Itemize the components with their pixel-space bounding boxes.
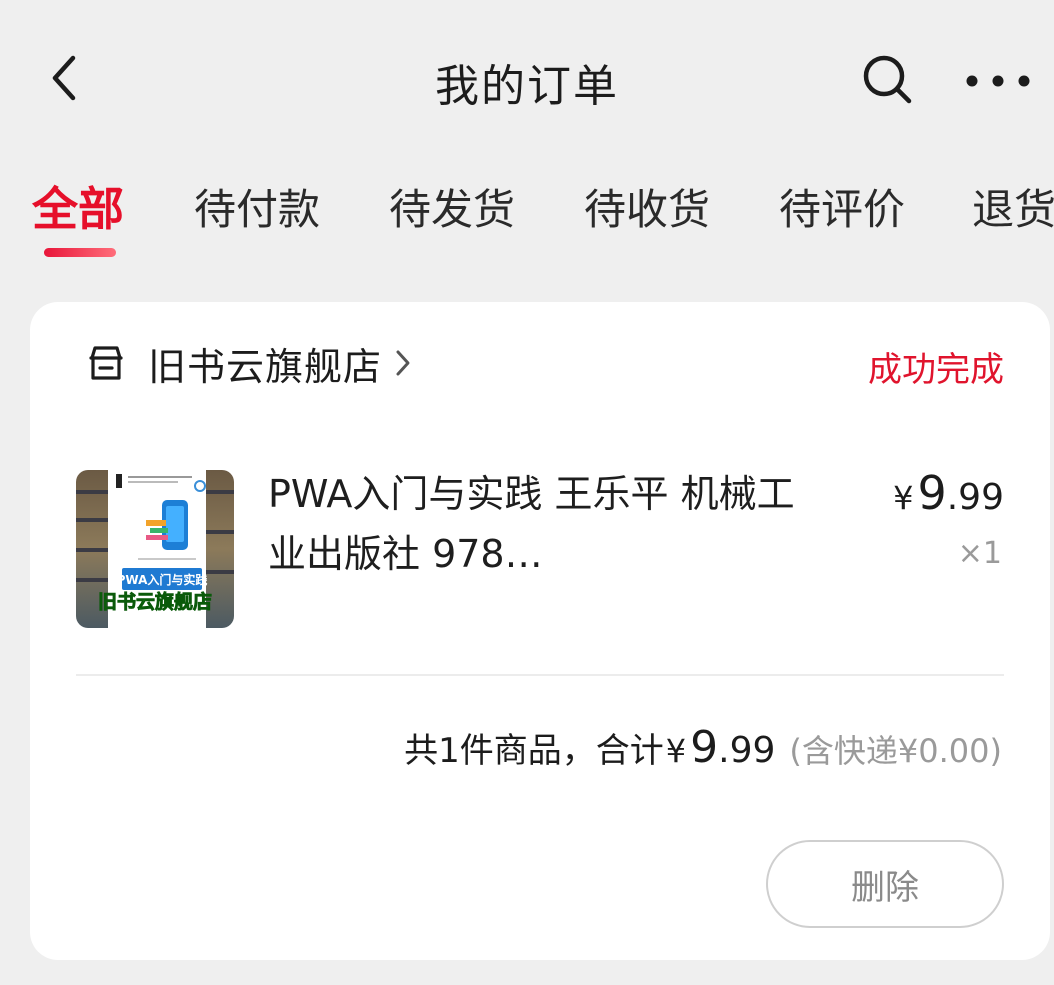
tab-pending-payment[interactable]: 待付款: [194, 176, 320, 237]
total-integer: 9: [690, 722, 719, 773]
thumb-watermark: 旧书云旗舰店: [98, 590, 212, 613]
delete-order-button[interactable]: 删除: [766, 840, 1004, 928]
store-link[interactable]: 旧书云旗舰店: [86, 338, 412, 389]
shipping-fee: (含快递¥0.00): [789, 732, 1002, 770]
price-currency: ¥: [893, 479, 914, 517]
total-decimal: .99: [718, 730, 776, 771]
header-bar: 我的订单: [0, 0, 1054, 160]
order-card[interactable]: 旧书云旗舰店 成功完成 PWA入门与实践 旧书云旗舰店 PWA入门与实践 王乐平…: [30, 302, 1050, 960]
more-horizontal-icon: [963, 73, 1033, 93]
product-quantity: ×1: [957, 536, 1002, 571]
tab-pending-shipment[interactable]: 待发货: [389, 176, 515, 237]
search-button[interactable]: [856, 50, 918, 112]
price-integer: 9: [917, 466, 947, 520]
tab-returns[interactable]: 退货: [972, 176, 1054, 237]
product-title[interactable]: PWA入门与实践 王乐平 机械工业出版社 978…: [268, 464, 808, 584]
order-status: 成功完成: [868, 350, 1004, 390]
order-summary: 共1件商品，合计 ¥ 9 .99 (含快递¥0.00): [404, 722, 1002, 773]
divider: [76, 674, 1004, 676]
store-name: 旧书云旗舰店: [148, 344, 383, 389]
search-icon: [860, 52, 914, 110]
tab-pending-review[interactable]: 待评价: [779, 176, 905, 237]
thumb-cover-title: PWA入门与实践: [117, 572, 208, 587]
price-decimal: .99: [946, 477, 1004, 518]
product-thumbnail[interactable]: PWA入门与实践 旧书云旗舰店: [76, 470, 234, 628]
tab-all[interactable]: 全部: [32, 173, 124, 239]
product-price: ¥ 9 .99: [893, 466, 1004, 520]
more-button[interactable]: [960, 58, 1036, 108]
summary-label: 共1件商品，合计: [404, 731, 664, 771]
order-tabs: 全部 待付款 待发货 待收货 待评价 退货: [0, 170, 1054, 270]
active-tab-indicator: [44, 248, 116, 257]
store-icon: [86, 343, 126, 383]
orders-screen: 我的订单 全部 待付款 待发货 待收货 待评价 退货 旧书云旗舰店 成功完成 P…: [0, 0, 1054, 985]
total-currency: ¥: [665, 732, 687, 770]
tab-pending-receipt[interactable]: 待收货: [584, 176, 710, 237]
chevron-right-icon: [394, 348, 412, 378]
